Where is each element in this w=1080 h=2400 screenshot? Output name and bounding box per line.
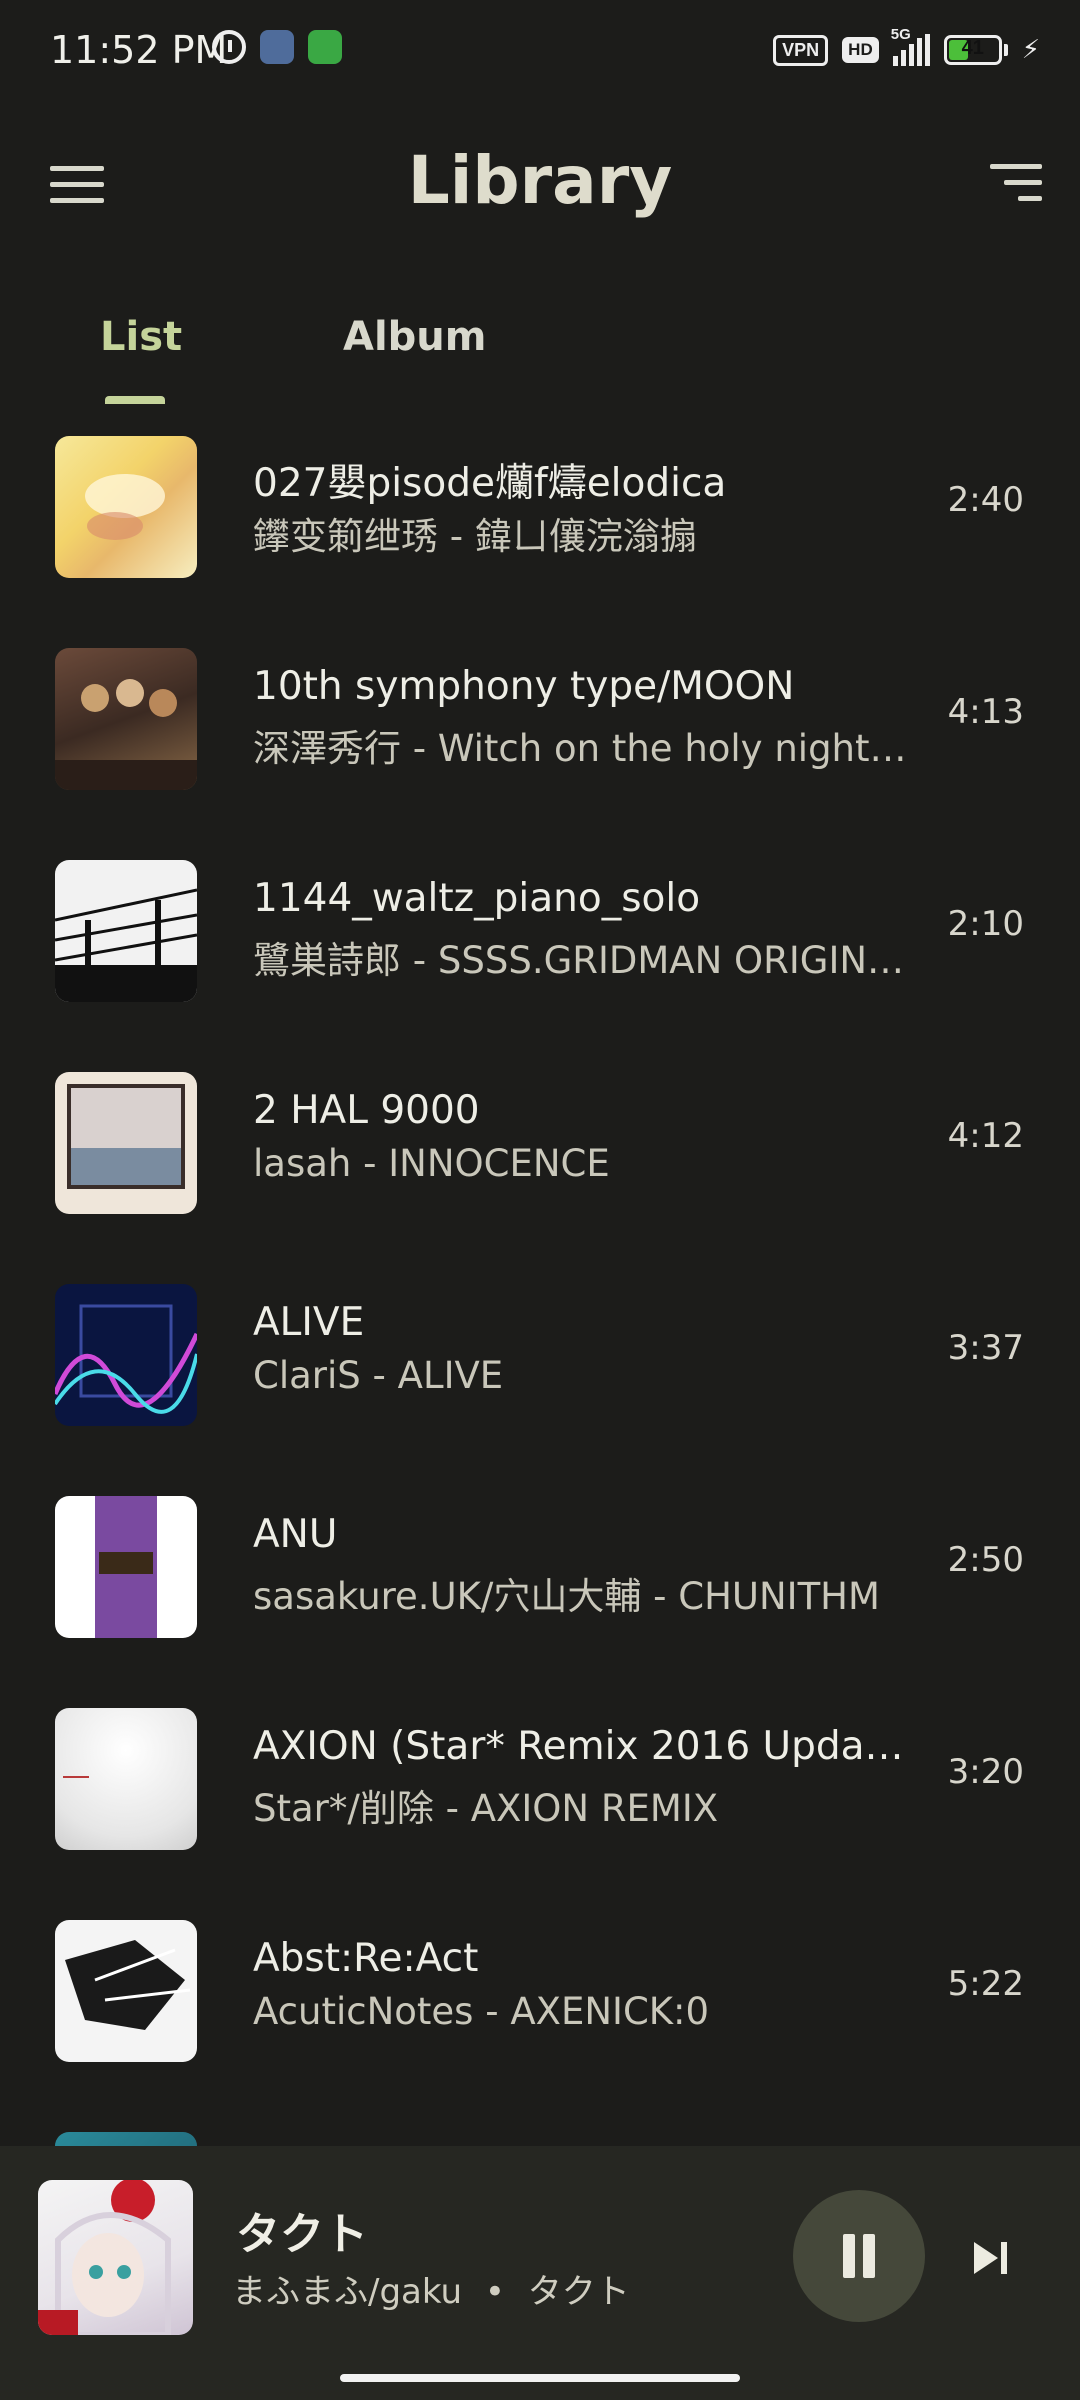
status-right-icons: VPN HD 5G 41 ⚡ <box>773 26 1040 66</box>
pause-icon-bar <box>863 2234 875 2278</box>
now-playing-cover-art <box>38 2180 171 2335</box>
track-title: 1144_waltz_piano_solo <box>253 876 701 921</box>
charging-icon: ⚡ <box>1021 35 1040 65</box>
album-cover-art <box>85 474 165 540</box>
album-cover <box>55 1072 197 1214</box>
track-row[interactable]: 1144_waltz_piano_solo 鷺巣詩郎 - SSSS.GRIDMA… <box>0 830 1080 1042</box>
battery-tip <box>1003 44 1008 56</box>
track-subtitle: AcuticNotes - AXENICK:0 <box>253 1990 710 2033</box>
album-cover-art <box>55 1304 197 1414</box>
track-duration: 2:50 <box>947 1540 1024 1580</box>
track-title: ALIVE <box>253 1300 365 1345</box>
page-title: Library <box>407 142 673 219</box>
track-subtitle: ClariS - ALIVE <box>253 1354 504 1397</box>
track-duration: 3:37 <box>947 1328 1024 1368</box>
album-cover-art <box>95 1496 157 1638</box>
track-row[interactable]: AXION (Star* Remix 2016 Update) Star*/削除… <box>0 1678 1080 1890</box>
track-title: 10th symphony type/MOON <box>253 664 795 709</box>
track-duration: 4:12 <box>947 1116 1024 1156</box>
now-playing-cover[interactable] <box>38 2180 193 2335</box>
now-playing-artist: まふまふ/gaku <box>232 2272 463 2312</box>
battery-icon: 41 <box>943 35 1002 65</box>
tab-list[interactable]: List <box>100 314 182 360</box>
battery-percent: 41 <box>961 37 984 59</box>
signal-icon: 5G <box>891 26 930 66</box>
album-cover-art <box>65 1940 191 2030</box>
track-subtitle: 鑻变箣绁琇 - 鍏ㄩ儴浣滃搧 <box>253 515 697 558</box>
status-left-icons <box>212 30 342 64</box>
track-row[interactable]: 2 HAL 9000 lasah - INNOCENCE 4:12 <box>0 1042 1080 1254</box>
app-notification-icon <box>308 30 342 64</box>
album-cover-art <box>63 1776 89 1778</box>
skip-next-icon[interactable] <box>970 2238 1010 2278</box>
tab-indicator <box>105 396 165 404</box>
track-row[interactable]: Abst:Re:Act AcuticNotes - AXENICK:0 5:22 <box>0 1890 1080 2102</box>
track-duration: 4:13 <box>947 692 1024 732</box>
album-cover <box>55 1284 197 1426</box>
mini-player[interactable]: タクト まふまふ/gaku • タクト <box>0 2146 1080 2400</box>
album-cover <box>55 1920 197 2062</box>
track-subtitle: Star*/削除 - AXION REMIX <box>253 1787 719 1830</box>
track-list[interactable]: 027嬰pisode爤f燽elodica 鑻变箣绁琇 - 鍏ㄩ儴浣滃搧 2:40… <box>0 406 1080 2146</box>
track-subtitle: 鷺巣詩郎 - SSSS.GRIDMAN ORIGINAL SOUNDTRACK <box>253 939 913 982</box>
track-title: 027嬰pisode爤f燽elodica <box>253 461 727 506</box>
track-duration: 3:20 <box>947 1752 1024 1792</box>
tab-album[interactable]: Album <box>343 314 486 360</box>
pause-button[interactable] <box>793 2190 925 2322</box>
album-cover-art <box>55 679 197 790</box>
album-cover <box>55 436 197 578</box>
separator-dot: • <box>484 2272 505 2312</box>
album-cover <box>55 1496 197 1638</box>
album-cover <box>55 860 197 1002</box>
album-cover <box>55 2132 197 2146</box>
top-app-bar: Library <box>0 110 1080 260</box>
track-row[interactable]: 10th symphony type/MOON 深澤秀行 - Witch on … <box>0 618 1080 830</box>
home-indicator[interactable] <box>340 2374 740 2382</box>
track-subtitle: lasah - INNOCENCE <box>253 1142 610 1185</box>
tab-bar: List Album <box>0 300 1080 404</box>
pause-icon <box>843 2234 855 2278</box>
app-notification-icon <box>260 30 294 64</box>
album-cover-art <box>55 888 197 1002</box>
sort-icon[interactable] <box>986 164 1042 204</box>
vpn-icon: VPN <box>773 34 829 66</box>
track-title: Abst:Re:Act <box>253 1936 479 1981</box>
track-duration: 2:40 <box>947 480 1024 520</box>
track-subtitle: 深澤秀行 - Witch on the holy night Original … <box>253 727 913 770</box>
track-duration: 2:10 <box>947 904 1024 944</box>
network-type: 5G <box>890 26 911 43</box>
track-row[interactable]: ANU sasakure.UK/穴山大輔 - CHUNITHM 2:50 <box>0 1466 1080 1678</box>
alarm-icon <box>212 30 246 64</box>
album-cover-art <box>67 1084 185 1189</box>
now-playing-title: タクト <box>236 2209 368 2260</box>
track-title: ANU <box>253 1512 338 1557</box>
track-title: AXION (Star* Remix 2016 Update) <box>253 1724 913 1769</box>
album-cover <box>55 648 197 790</box>
hd-icon: HD <box>842 37 879 63</box>
now-playing-album: タクト <box>527 2272 630 2312</box>
track-title: 2 HAL 9000 <box>253 1088 480 1133</box>
now-playing-subtitle: まふまふ/gaku • タクト <box>232 2264 630 2313</box>
track-subtitle: sasakure.UK/穴山大輔 - CHUNITHM <box>253 1575 880 1618</box>
track-row[interactable]: 027嬰pisode爤f燽elodica 鑻变箣绁琇 - 鍏ㄩ儴浣滃搧 2:40 <box>0 406 1080 618</box>
status-time: 11:52 PM <box>50 28 228 72</box>
track-row[interactable] <box>0 2102 1080 2146</box>
track-row[interactable]: ALIVE ClariS - ALIVE 3:37 <box>0 1254 1080 1466</box>
status-bar: 11:52 PM VPN HD 5G 41 ⚡ <box>0 0 1080 110</box>
track-duration: 5:22 <box>947 1964 1024 2004</box>
album-cover <box>55 1708 197 1850</box>
